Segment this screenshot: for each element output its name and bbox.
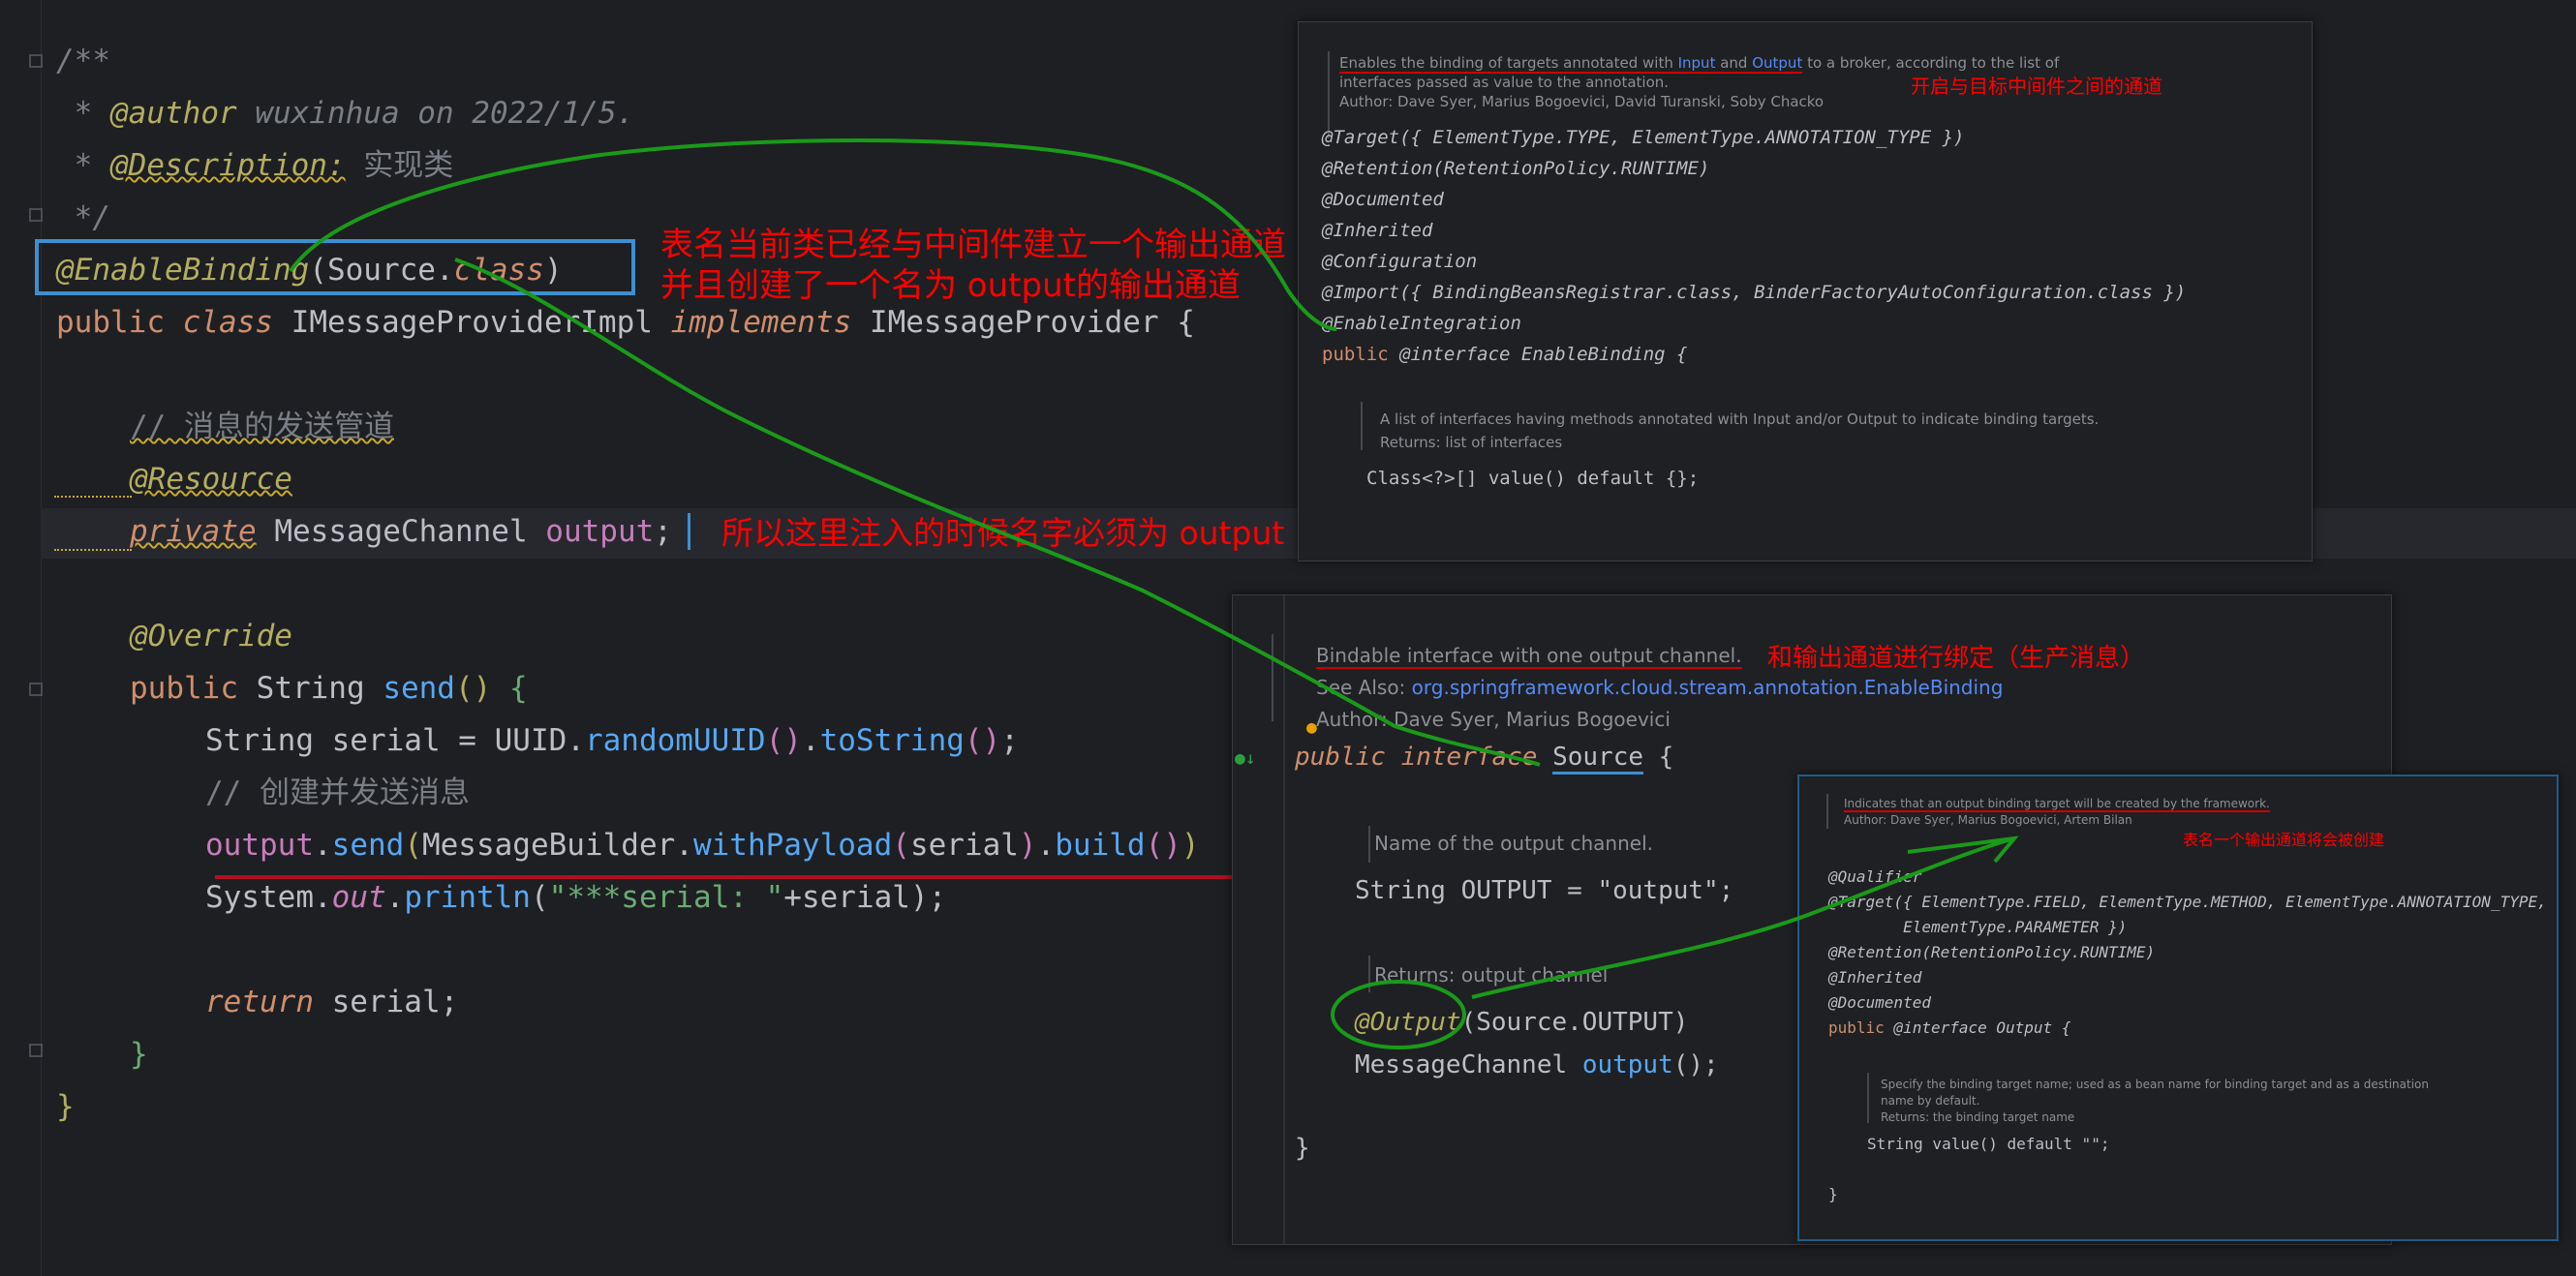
arrow-enablebinding-to-annotation [289, 138, 1337, 331]
circle-output-annotation [1331, 980, 1466, 1049]
arrow-enablebinding-to-source [454, 258, 1541, 767]
annotation-arrows [289, 138, 2019, 1049]
arrow-output-to-annotation [1471, 836, 2015, 999]
